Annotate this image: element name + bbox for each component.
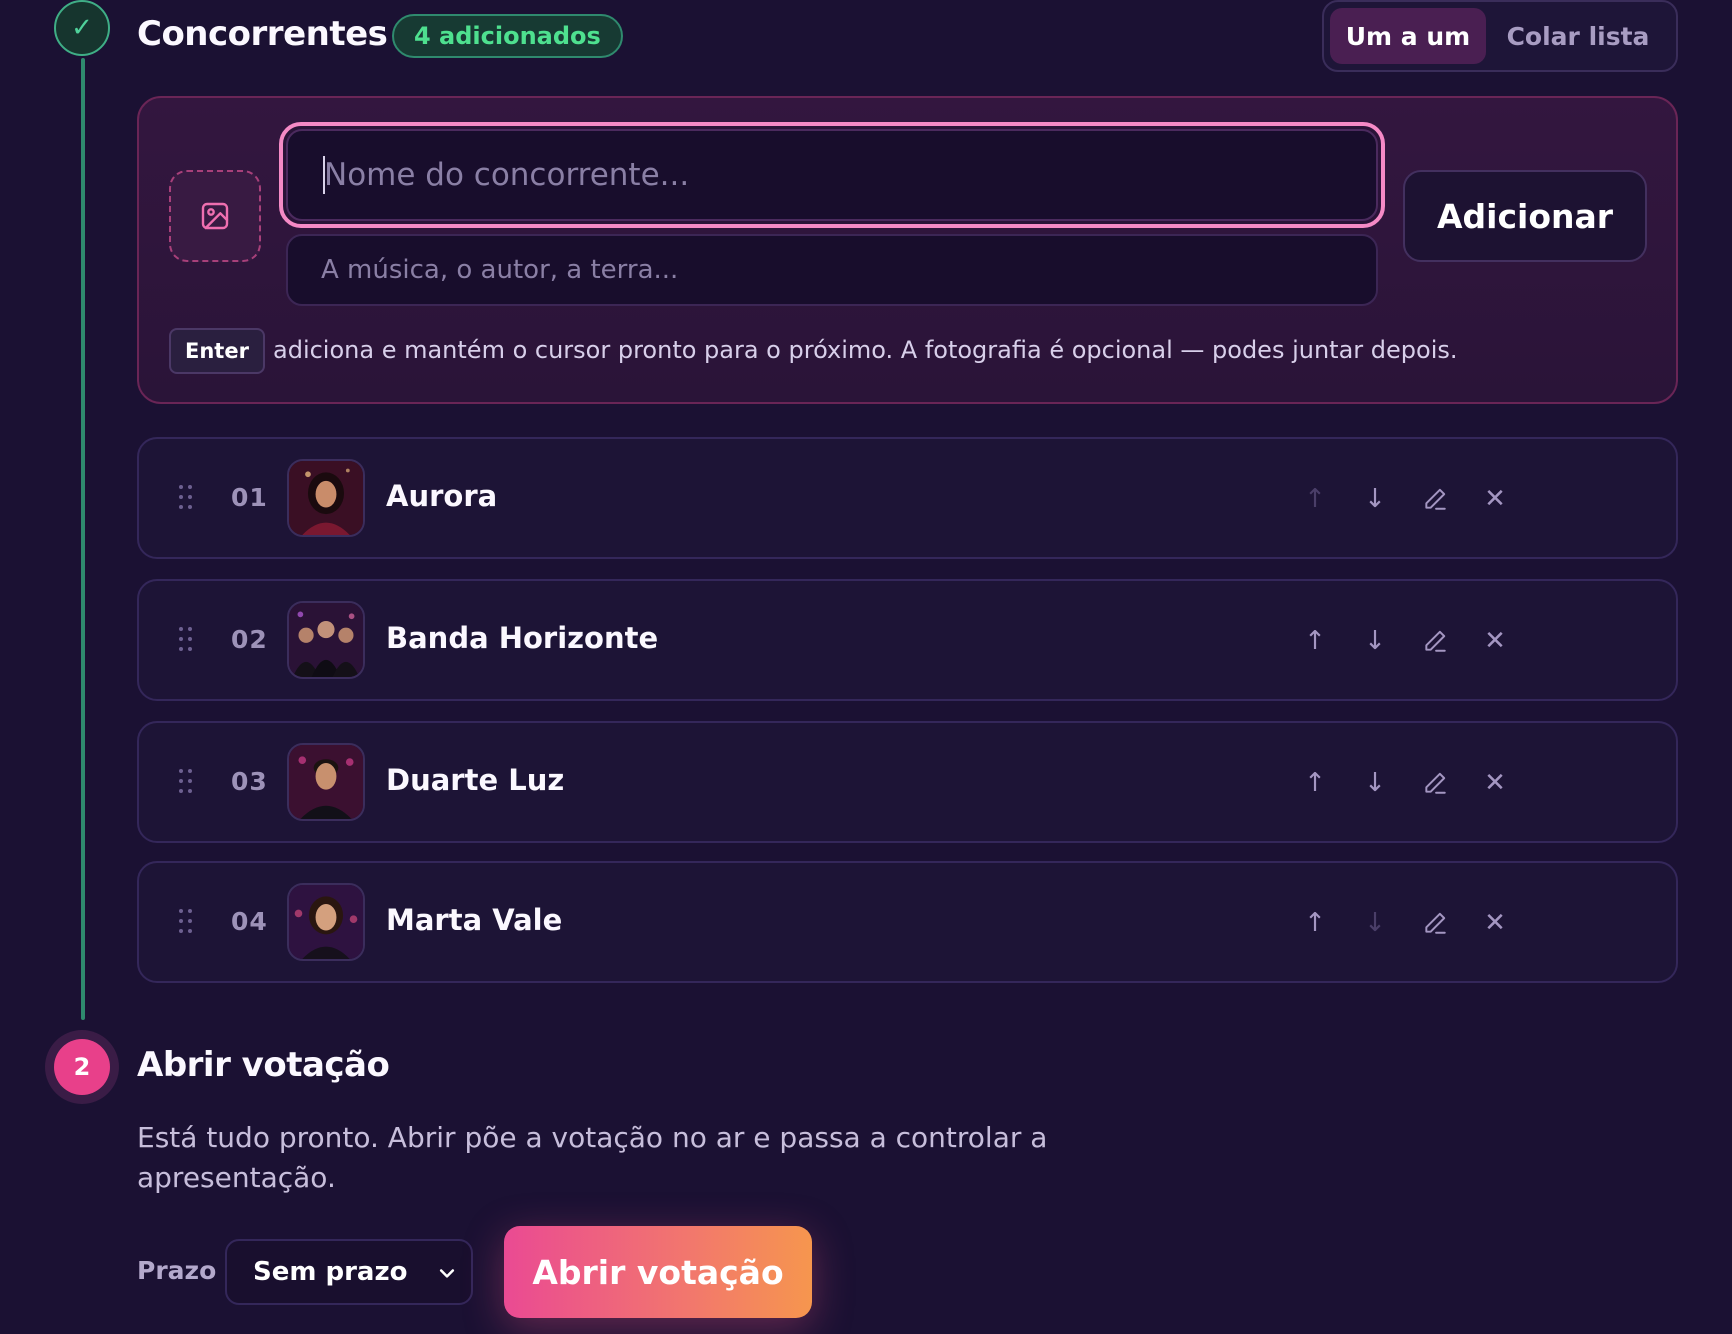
contestant-name: Marta Vale [386, 903, 563, 937]
contestant-row: 03 Duarte Luz ↑ ↓ ✕ [137, 721, 1678, 843]
pencil-icon[interactable] [1405, 753, 1465, 813]
arrow-up-icon[interactable]: ↑ [1285, 611, 1345, 671]
arrow-up-icon[interactable]: ↑ [1285, 753, 1345, 813]
timeline-connector [81, 58, 85, 1020]
contestant-photo [287, 743, 365, 821]
section-title: Concorrentes [137, 14, 388, 54]
page: ✓ Concorrentes 4 adicionados Um a um Col… [0, 0, 1732, 1334]
enter-key-badge: Enter [169, 328, 265, 374]
deadline-select[interactable]: Sem prazo [225, 1239, 473, 1305]
contestant-number: 01 [231, 483, 268, 512]
contestant-row: 02 Banda Horizonte ↑ ↓ ✕ [137, 579, 1678, 701]
contestant-name: Banda Horizonte [386, 621, 659, 655]
contestant-photo [287, 601, 365, 679]
text-caret [323, 156, 325, 194]
pencil-icon[interactable] [1405, 611, 1465, 671]
close-icon[interactable]: ✕ [1465, 893, 1525, 953]
drag-handle-icon[interactable] [179, 769, 193, 795]
contestant-name: Aurora [386, 479, 498, 513]
close-icon[interactable]: ✕ [1465, 469, 1525, 529]
arrow-down-icon[interactable]: ↓ [1345, 611, 1405, 671]
name-input-focus-ring [279, 122, 1385, 228]
row-actions: ↑ ↓ ✕ [1285, 469, 1525, 529]
arrow-up-icon[interactable]: ↑ [1285, 469, 1345, 529]
contestant-row: 04 Marta Vale ↑ ↓ ✕ [137, 861, 1678, 983]
arrow-down-icon[interactable]: ↓ [1345, 893, 1405, 953]
mode-paste-list-button[interactable]: Colar lista [1486, 8, 1670, 64]
arrow-up-icon[interactable]: ↑ [1285, 893, 1345, 953]
close-icon[interactable]: ✕ [1465, 611, 1525, 671]
contestant-description-input[interactable] [286, 234, 1378, 306]
close-icon[interactable]: ✕ [1465, 753, 1525, 813]
drag-handle-icon[interactable] [179, 909, 193, 935]
row-actions: ↑ ↓ ✕ [1285, 753, 1525, 813]
portrait-image [289, 461, 363, 535]
step-number: 2 [54, 1039, 110, 1095]
contestant-name-input[interactable] [286, 129, 1378, 221]
add-contestant-button[interactable]: Adicionar [1403, 170, 1647, 262]
add-hint-text: adiciona e mantém o cursor pronto para o… [273, 336, 1458, 364]
portrait-image [289, 745, 363, 819]
open-voting-button[interactable]: Abrir votação [504, 1226, 812, 1318]
drag-handle-icon[interactable] [179, 485, 193, 511]
step-complete-check-icon: ✓ [54, 0, 110, 56]
row-actions: ↑ ↓ ✕ [1285, 893, 1525, 953]
deadline-select-value: Sem prazo [253, 1257, 408, 1287]
step-2-title: Abrir votação [137, 1045, 390, 1085]
pencil-icon[interactable] [1405, 469, 1465, 529]
contestant-number: 02 [231, 625, 268, 654]
arrow-down-icon[interactable]: ↓ [1345, 753, 1405, 813]
pencil-icon[interactable] [1405, 893, 1465, 953]
drag-handle-icon[interactable] [179, 627, 193, 653]
deadline-label: Prazo [137, 1256, 217, 1285]
contestant-name: Duarte Luz [386, 763, 565, 797]
portrait-image [289, 885, 363, 959]
chevron-down-icon [439, 1269, 455, 1278]
arrow-down-icon[interactable]: ↓ [1345, 469, 1405, 529]
portrait-image [289, 603, 363, 677]
contestant-number: 04 [231, 907, 268, 936]
photo-upload-button[interactable] [169, 170, 261, 262]
row-actions: ↑ ↓ ✕ [1285, 611, 1525, 671]
contestant-photo [287, 459, 365, 537]
add-contestant-card: Adicionar Enter adiciona e mantém o curs… [137, 96, 1678, 404]
contestant-number: 03 [231, 767, 268, 796]
entry-mode-toggle: Um a um Colar lista [1322, 0, 1678, 72]
mode-one-by-one-button[interactable]: Um a um [1330, 8, 1486, 64]
step-2-indicator: 2 [45, 1030, 119, 1104]
contestant-row: 01 Aurora ↑ ↓ ✕ [137, 437, 1678, 559]
contestant-photo [287, 883, 365, 961]
count-badge: 4 adicionados [392, 14, 623, 58]
image-icon [201, 202, 229, 230]
step-2-description: Está tudo pronto. Abrir põe a votação no… [137, 1121, 1048, 1194]
